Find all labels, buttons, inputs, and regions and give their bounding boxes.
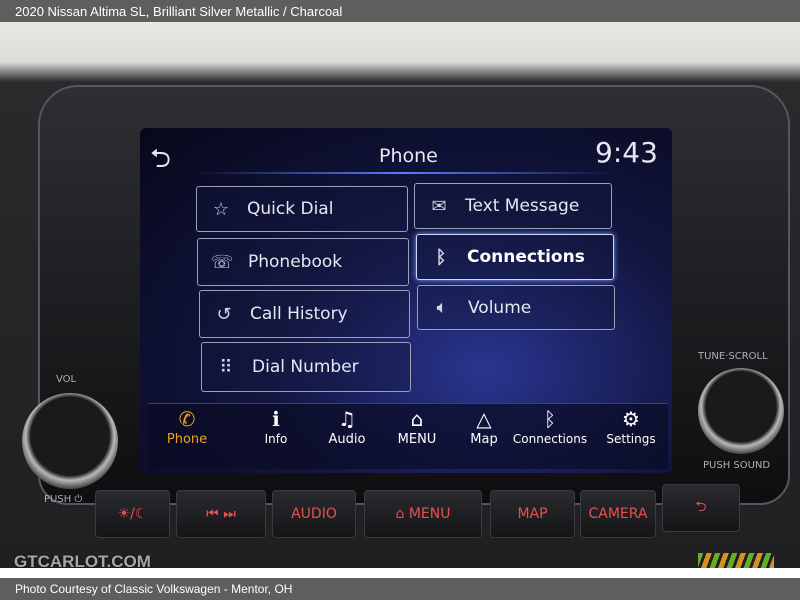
button-label: Connections xyxy=(467,247,585,267)
connections-button[interactable]: ᛒ Connections xyxy=(416,234,614,280)
phonebook-button[interactable]: ☏ Phonebook xyxy=(197,238,409,286)
camera-button[interactable]: CAMERA xyxy=(580,490,656,538)
nav-info[interactable]: ℹ Info xyxy=(241,406,311,446)
nav-label: Settings xyxy=(606,432,656,446)
map-button[interactable]: MAP xyxy=(490,490,575,538)
tune-scroll-knob[interactable] xyxy=(698,368,784,454)
screen-title: Phone xyxy=(379,145,438,167)
nav-settings[interactable]: ⚙ Settings xyxy=(596,406,666,446)
bluetooth-icon: ᛒ xyxy=(544,407,556,431)
footer-spacer xyxy=(0,568,800,578)
keypad-icon: ⠿ xyxy=(219,356,233,378)
push-power-label: PUSH ⏻ xyxy=(44,494,83,505)
star-icon: ☆ xyxy=(212,198,230,220)
nav-map[interactable]: △ Map xyxy=(449,406,519,447)
push-sound-label: PUSH SOUND xyxy=(703,460,771,471)
nav-label: Audio xyxy=(328,432,366,447)
nav-label: Map xyxy=(470,432,498,447)
speaker-icon: 🔈︎ xyxy=(436,297,448,318)
title-divider xyxy=(195,172,615,174)
dial-number-button[interactable]: ⠿ Dial Number xyxy=(201,342,411,392)
brightness-button[interactable]: ☀/☾ xyxy=(95,490,170,538)
nav-phone[interactable]: ✆ Phone xyxy=(152,406,222,447)
envelope-icon: ✉ xyxy=(431,195,447,217)
bluetooth-icon: ᛒ xyxy=(435,246,447,268)
volume-button[interactable]: 🔈︎ Volume xyxy=(417,285,615,330)
button-label: Dial Number xyxy=(252,357,359,377)
nav-label: Phone xyxy=(166,432,208,447)
clock: 9:43 xyxy=(595,136,658,169)
navigation-icon: △ xyxy=(476,407,492,431)
button-label: Quick Dial xyxy=(247,199,334,219)
call-history-icon: ↺ xyxy=(216,303,232,325)
phone-icon: ✆ xyxy=(178,407,196,431)
page-header: 2020 Nissan Altima SL, Brilliant Silver … xyxy=(0,0,800,22)
button-label: Phonebook xyxy=(248,252,343,272)
quick-dial-button[interactable]: ☆ Quick Dial xyxy=(196,186,408,232)
info-icon: ℹ xyxy=(272,407,280,431)
phonebook-icon: ☏ xyxy=(210,251,234,273)
back-button[interactable]: ⮌ xyxy=(662,484,740,532)
back-icon[interactable]: ⮌ xyxy=(150,140,171,184)
nav-audio[interactable]: ♫ Audio xyxy=(312,406,382,447)
nav-connections[interactable]: ᛒ Connections xyxy=(512,406,588,446)
nav-label: Connections xyxy=(512,432,588,446)
audio-button[interactable]: AUDIO xyxy=(272,490,356,538)
volume-knob[interactable] xyxy=(22,393,118,489)
button-label: Call History xyxy=(250,304,348,324)
track-skip-button[interactable]: ⏮ ⏭ xyxy=(176,490,266,538)
text-message-button[interactable]: ✉ Text Message xyxy=(414,183,612,229)
music-icon: ♫ xyxy=(338,407,356,431)
home-icon: ⌂ xyxy=(410,407,424,431)
nav-label: MENU xyxy=(397,432,437,447)
menu-button[interactable]: ⌂ MENU xyxy=(364,490,482,538)
tune-scroll-label: TUNE·SCROLL xyxy=(698,351,768,362)
vol-label: VOL xyxy=(56,374,77,385)
call-history-button[interactable]: ↺ Call History xyxy=(199,290,410,338)
button-label: Text Message xyxy=(465,196,580,216)
button-label: Volume xyxy=(468,297,532,318)
photo-credit: Photo Courtesy of Classic Volkswagen - M… xyxy=(0,578,800,600)
nav-label: Info xyxy=(264,432,288,446)
nav-menu[interactable]: ⌂ MENU xyxy=(382,406,452,447)
gear-icon: ⚙ xyxy=(622,407,640,431)
